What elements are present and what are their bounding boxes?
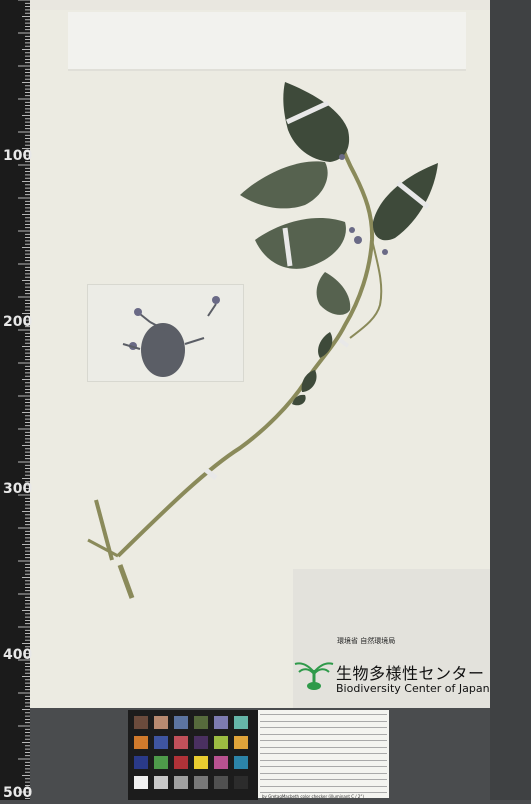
- color-swatch: [134, 716, 148, 729]
- color-swatch: [234, 736, 248, 749]
- envelope-leaf: [141, 323, 185, 377]
- color-table-caption: by GretagMacbeth color checker (illumina…: [262, 794, 364, 799]
- color-swatch: [214, 776, 228, 789]
- institution-name-jp: 生物多様性センター: [336, 664, 485, 683]
- table-rule: [260, 766, 387, 767]
- color-swatch: [234, 716, 248, 729]
- table-rule: [260, 772, 387, 774]
- table-rule: [260, 714, 387, 715]
- table-rule: [260, 792, 387, 793]
- color-swatch: [194, 756, 208, 769]
- color-swatch: [194, 736, 208, 749]
- color-swatch: [194, 716, 208, 729]
- leaf-right: [372, 163, 438, 241]
- color-swatch: [154, 736, 168, 749]
- flower: [354, 236, 362, 244]
- leaf-top: [283, 82, 350, 162]
- envelope-flower: [134, 308, 142, 316]
- institution-logo: [294, 662, 334, 690]
- flower: [382, 249, 388, 255]
- envelope-fragments: [122, 296, 220, 377]
- flower: [349, 227, 355, 233]
- table-rule: [260, 746, 387, 748]
- color-swatch: [154, 716, 168, 729]
- color-swatch: [234, 756, 248, 769]
- leaf-left-upper: [240, 161, 328, 209]
- leaf-small: [318, 332, 333, 358]
- table-rule: [260, 720, 387, 722]
- institution-name-en: Biodiversity Center of Japan: [336, 682, 490, 695]
- color-swatch: [214, 736, 228, 749]
- color-swatch: [154, 776, 168, 789]
- table-rule: [260, 785, 387, 787]
- color-swatch: [154, 756, 168, 769]
- table-rule: [260, 733, 387, 735]
- table-rule: [260, 740, 387, 741]
- color-swatch: [214, 756, 228, 769]
- table-rule: [260, 779, 387, 780]
- color-swatch: [174, 736, 188, 749]
- color-swatch: [194, 776, 208, 789]
- plant-leaves: [240, 82, 438, 406]
- herbarium-specimen-image: 100 200 300 400 500 環境省 自然環境局 生物多様性センター …: [0, 0, 531, 801]
- color-swatch: [234, 776, 248, 789]
- institution-ministry: 環境省 自然環境局: [337, 637, 396, 645]
- leaf-left-lower: [255, 218, 346, 269]
- flower: [339, 154, 345, 160]
- color-checker: [128, 710, 258, 800]
- leaf-middle: [316, 272, 351, 315]
- envelope-flower: [212, 296, 220, 304]
- plant-stem: [87, 139, 383, 599]
- color-swatch: [134, 756, 148, 769]
- color-swatch: [134, 776, 148, 789]
- table-rule: [260, 753, 387, 754]
- color-swatch: [134, 736, 148, 749]
- leaf-small: [301, 370, 317, 392]
- table-rule: [260, 727, 387, 728]
- color-swatch: [174, 716, 188, 729]
- table-rule: [260, 759, 387, 761]
- color-swatch: [214, 716, 228, 729]
- color-value-table: [258, 710, 389, 798]
- color-swatch: [174, 776, 188, 789]
- color-swatch: [174, 756, 188, 769]
